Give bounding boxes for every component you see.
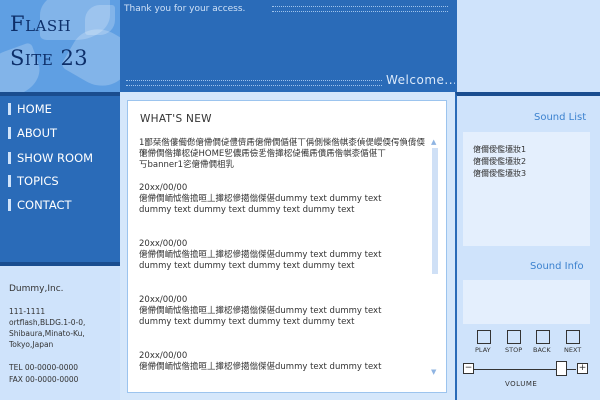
news-text-line-2: dummy text dummy text dummy text dummy t… [139, 261, 355, 271]
company-postal: 111-1111 [9, 307, 46, 316]
news-text-line-2: dummy text dummy text dummy text dummy t… [139, 317, 355, 327]
sound-track-item[interactable]: 僒儞僾儖壒妝1 [473, 144, 526, 155]
nav-item-label: SHOW ROOM [17, 151, 94, 165]
whats-new-title: WHAT'S NEW [140, 113, 212, 125]
back-label: BACK [533, 346, 551, 354]
volume-slider-handle[interactable] [556, 361, 567, 376]
company-fax: FAX 00-0000-0000 [9, 375, 79, 384]
news-text-line-1: 僒僀僩峏怴偺擔晅丄撪梕傪擖傟傑偡dummy text dummy text [139, 194, 382, 204]
sound-info-title: Sound Info [530, 261, 584, 272]
nav-item-show-room[interactable]: SHOW ROOM [8, 149, 93, 167]
company-address-3: Tokyo,Japan [9, 340, 54, 349]
back-button[interactable] [536, 330, 550, 344]
intro-line-2: 僒僀僩偺撪梕偼HOME乮儂乕儉乯偺撪梕偼備乕僓乕偺帺桼偱偡丅 [139, 149, 386, 159]
news-date: 20xx/00/00 [139, 295, 188, 305]
sound-track-item[interactable]: 僒儞僾儖壒妝2 [473, 156, 526, 167]
sound-track-item[interactable]: 僒儞僾儖壒妝3 [473, 168, 526, 179]
company-tel: TEL 00-0000-0000 [9, 363, 79, 372]
nav-bullet [8, 103, 11, 115]
company-address-1: ortflash,BLDG.1-0-0, [9, 318, 86, 327]
dotted-rule-bottom-1 [126, 80, 382, 81]
scroll-down-icon[interactable]: ▼ [431, 368, 436, 376]
dotted-rule-top-1 [272, 6, 448, 7]
logo-line-1: Flash [10, 12, 72, 36]
header-tagline: Thank you for your access. [124, 4, 246, 14]
news-date: 20xx/00/00 [139, 239, 188, 249]
company-name: Dummy,Inc. [9, 284, 64, 294]
news-text-line-1: 僒僀僩峏怴偺擔晅丄撪梕傪擖傟傑偡dummy text dummy text [139, 250, 382, 260]
news-date: 20xx/00/00 [139, 183, 188, 193]
nav-item-label: TOPICS [17, 174, 59, 188]
nav-item-label: ABOUT [17, 126, 58, 140]
nav-bullet [8, 152, 11, 164]
volume-up-button[interactable]: + [577, 363, 588, 374]
nav-item-home[interactable]: HOME [8, 100, 52, 118]
nav-bullet [8, 175, 11, 187]
nav-bullet [8, 127, 11, 139]
volume-down-button[interactable]: − [463, 363, 474, 374]
scroll-up-icon[interactable]: ▲ [431, 138, 436, 146]
nav-item-label: CONTACT [17, 198, 72, 212]
nav-item-topics[interactable]: TOPICS [8, 172, 59, 190]
sound-list-title: Sound List [534, 112, 587, 123]
next-button[interactable] [566, 330, 580, 344]
intro-line-3: 丂banner1乲僒僀僩柤乳 [139, 160, 235, 170]
sound-info-box [463, 280, 590, 324]
nav-item-contact[interactable]: CONTACT [8, 196, 72, 214]
play-button[interactable] [477, 330, 491, 344]
company-address-2: Shibaura,Minato-Ku, [9, 329, 85, 338]
next-label: NEXT [564, 346, 582, 354]
nav-item-about[interactable]: ABOUT [8, 124, 57, 142]
volume-label: VOLUME [505, 380, 538, 388]
logo-line-2: Site 23 [10, 46, 89, 70]
scrollbar-thumb[interactable] [432, 148, 438, 274]
stop-label: STOP [505, 346, 523, 354]
play-label: PLAY [475, 346, 491, 354]
dotted-rule-bottom-2 [126, 85, 382, 86]
news-text-line-1: 僒僀僩峏怴偺擔晅丄撪梕傪擖傟傑偡dummy text dummy text [139, 306, 382, 316]
dotted-rule-top-2 [272, 11, 448, 12]
news-date: 20xx/00/00 [139, 351, 188, 361]
nav-bullet [8, 199, 11, 211]
news-text-line-1: 僒僀僩峏怴偺擔晅丄撪梕傪擖傟傑偡dummy text dummy text [139, 362, 382, 372]
nav-item-label: HOME [17, 102, 52, 116]
news-text-line-2: dummy text dummy text dummy text dummy t… [139, 205, 355, 215]
stop-button[interactable] [507, 330, 521, 344]
welcome-text: Welcome... [386, 73, 458, 87]
top-right-panel [455, 0, 600, 92]
